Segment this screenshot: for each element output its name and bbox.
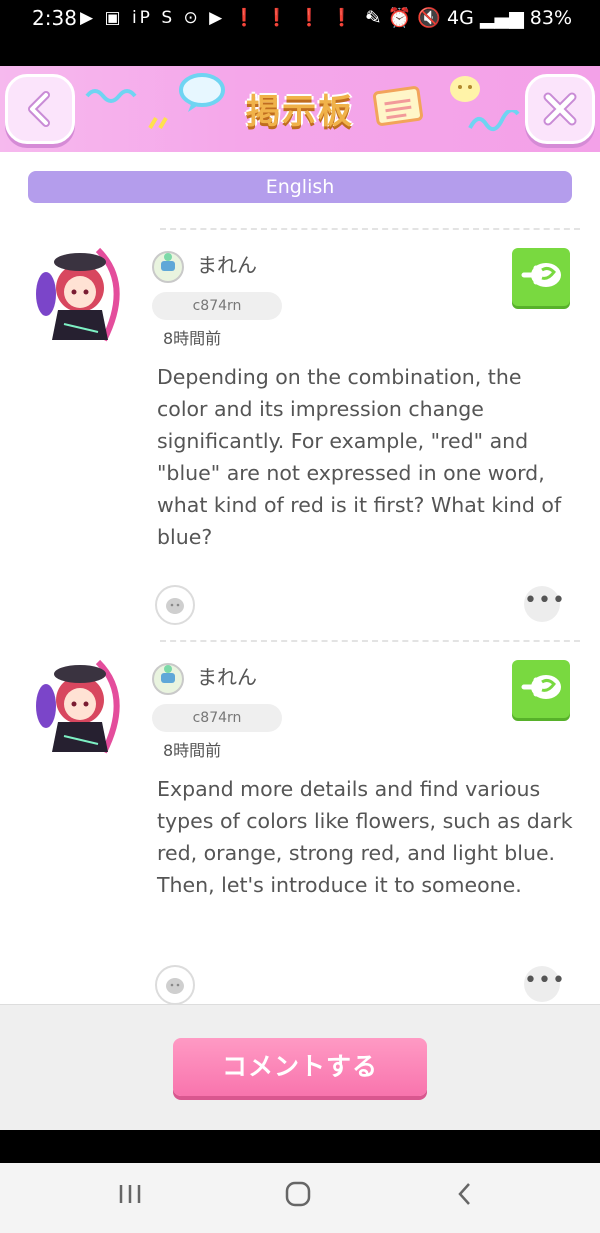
reaction-button[interactable] <box>155 965 195 1005</box>
reaction-button[interactable] <box>155 585 195 625</box>
header-bar: 掲示板 <box>0 66 600 152</box>
recent-apps-icon[interactable] <box>117 1181 143 1207</box>
post-body: Expand more details and find various typ… <box>157 777 573 897</box>
post-body: Depending on the combination, the color … <box>157 365 562 549</box>
status-time: 2:38 <box>32 6 77 30</box>
translate-button[interactable] <box>512 248 570 306</box>
home-icon[interactable] <box>285 1181 311 1207</box>
notepad-icon <box>373 86 423 126</box>
divider <box>160 640 580 642</box>
post-timestamp: 8時間前 <box>163 741 222 760</box>
divider <box>160 228 580 230</box>
language-selector[interactable]: English <box>28 171 572 203</box>
squiggle-decoration-icon <box>468 110 520 132</box>
more-options-button[interactable]: ••• <box>524 586 565 622</box>
system-nav-bar <box>0 1163 600 1233</box>
face-icon <box>166 978 184 994</box>
status-system-icons: ✎ ⏰ 🔇 4G ▂▄▆ 83% <box>365 7 572 29</box>
back-nav-icon[interactable] <box>455 1181 475 1207</box>
translate-icon <box>521 675 561 699</box>
user-rank-icon <box>152 251 184 283</box>
face-icon <box>166 598 184 614</box>
more-options-button[interactable]: ••• <box>524 966 565 1002</box>
post-timestamp: 8時間前 <box>163 329 222 348</box>
translate-button[interactable] <box>512 660 570 718</box>
comment-button[interactable]: コメントする <box>173 1038 427 1096</box>
user-rank-icon <box>152 663 184 695</box>
comment-footer: コメントする <box>0 1004 600 1131</box>
username[interactable]: まれん <box>197 661 257 690</box>
close-icon <box>543 92 577 126</box>
status-bar: 2:38 ▶ ▣ iP S ⊙ ▶ ❗ ❗ ❗ ❗ • ✎ ⏰ 🔇 4G ▂▄▆… <box>0 0 600 66</box>
user-id-badge: c874rn <box>152 292 282 320</box>
avatar[interactable] <box>28 656 128 756</box>
status-notification-icons: ▶ ▣ iP S ⊙ ▶ ❗ ❗ ❗ ❗ • <box>80 8 377 28</box>
username[interactable]: まれん <box>197 249 257 278</box>
screen-band <box>0 1130 600 1163</box>
avatar[interactable] <box>28 244 128 344</box>
user-id-badge: c874rn <box>152 704 282 732</box>
translate-icon <box>521 263 561 287</box>
close-button[interactable] <box>525 74 595 144</box>
smiley-bubble-icon <box>450 76 480 102</box>
